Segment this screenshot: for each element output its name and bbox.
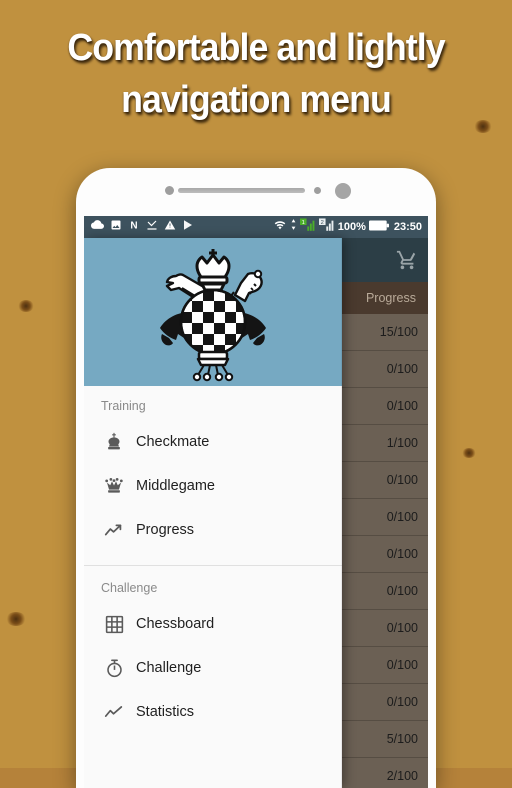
drawer-item-label: Statistics: [136, 704, 195, 720]
battery-icon: [368, 218, 389, 236]
earpiece-speaker: [178, 188, 305, 193]
stopwatch-icon: [84, 658, 136, 679]
drawer-item-label: Middlegame: [136, 478, 215, 494]
wood-knot: [6, 612, 26, 626]
wood-knot: [18, 300, 34, 312]
chess-queen-icon: [84, 475, 136, 497]
trending-up-icon: [84, 519, 136, 541]
drawer-section-challenge: Challenge Chessboard Challenge Statistic…: [84, 568, 342, 734]
section-label-challenge: Challenge: [101, 581, 158, 595]
row-progress-value: 0/100: [386, 658, 418, 672]
proximity-sensor-icon: [165, 186, 174, 195]
photo-icon: [110, 218, 122, 236]
wood-knot: [474, 120, 492, 133]
shopping-cart-icon[interactable]: [396, 249, 418, 276]
phone-mockup: Progress 15/100 0/100 0/100 1/100 0/100 0/100…: [76, 168, 436, 788]
section-label-training: Training: [101, 399, 146, 413]
svg-text:N: N: [130, 221, 137, 232]
sim2-signal-icon: 2: [318, 217, 335, 237]
status-clock: 23:50: [393, 221, 422, 233]
battery-percent-label: 100%: [337, 221, 366, 233]
row-progress-value: 0/100: [386, 399, 418, 413]
front-camera-icon: [335, 183, 351, 199]
row-progress-value: 0/100: [386, 362, 418, 376]
letter-n-icon: N: [128, 218, 140, 236]
data-transfer-icon: [290, 218, 297, 236]
play-store-icon: [182, 218, 194, 236]
drawer-item-label: Progress: [136, 522, 195, 538]
phone-screen: Progress 15/100 0/100 0/100 1/100 0/100 0/100…: [84, 216, 428, 788]
drawer-header: [84, 238, 342, 386]
warning-triangle-icon: [164, 218, 176, 236]
row-progress-value: 2/100: [386, 769, 418, 783]
row-progress-value: 1/100: [386, 436, 418, 450]
download-check-icon: [146, 218, 158, 236]
row-progress-value: 0/100: [386, 473, 418, 487]
drawer-item-label: Challenge: [136, 660, 202, 676]
row-progress-value: 0/100: [386, 621, 418, 635]
wood-knot: [462, 448, 476, 458]
chess-emblem-logo: [160, 249, 266, 382]
status-notification-icons: N: [84, 218, 194, 236]
row-progress-value: 0/100: [386, 547, 418, 561]
row-progress-value: 0/100: [386, 695, 418, 709]
grid-board-icon: [84, 614, 136, 635]
row-progress-value: 5/100: [386, 732, 418, 746]
phone-top-bezel: [76, 168, 436, 216]
row-progress-value: 0/100: [386, 584, 418, 598]
drawer-item-middlegame[interactable]: Middlegame: [84, 464, 342, 508]
sim1-signal-icon: 1: [299, 217, 316, 237]
drawer-item-label: Checkmate: [136, 434, 210, 450]
drawer-divider: [84, 565, 342, 566]
drawer-item-chessboard[interactable]: Chessboard: [84, 602, 342, 646]
drawer-section-training: Training Checkmate Middlegame Progress: [84, 386, 342, 552]
drawer-item-checkmate[interactable]: Checkmate: [84, 420, 342, 464]
drawer-item-challenge[interactable]: Challenge: [84, 646, 342, 690]
light-sensor-icon: [314, 187, 321, 194]
svg-text:1: 1: [301, 219, 304, 225]
chess-king-icon: [84, 431, 136, 453]
drawer-item-label: Chessboard: [136, 616, 215, 632]
status-system-icons: 1 2 100% 23:50: [273, 217, 428, 237]
navigation-drawer[interactable]: Training Checkmate Middlegame Progress C…: [84, 238, 342, 788]
column-header-label: Progress: [365, 291, 416, 305]
svg-text:2: 2: [320, 219, 323, 225]
row-progress-value: 0/100: [386, 510, 418, 524]
row-progress-value: 15/100: [379, 325, 418, 339]
status-bar: N 1 2 100% 23:50: [84, 216, 428, 238]
drawer-item-statistics[interactable]: Statistics: [84, 690, 342, 734]
wifi-icon: [273, 218, 287, 236]
drawer-scroll-edge[interactable]: [341, 238, 342, 788]
line-chart-icon: [84, 701, 136, 723]
drawer-item-progress[interactable]: Progress: [84, 508, 342, 552]
cloud-icon: [91, 218, 104, 236]
